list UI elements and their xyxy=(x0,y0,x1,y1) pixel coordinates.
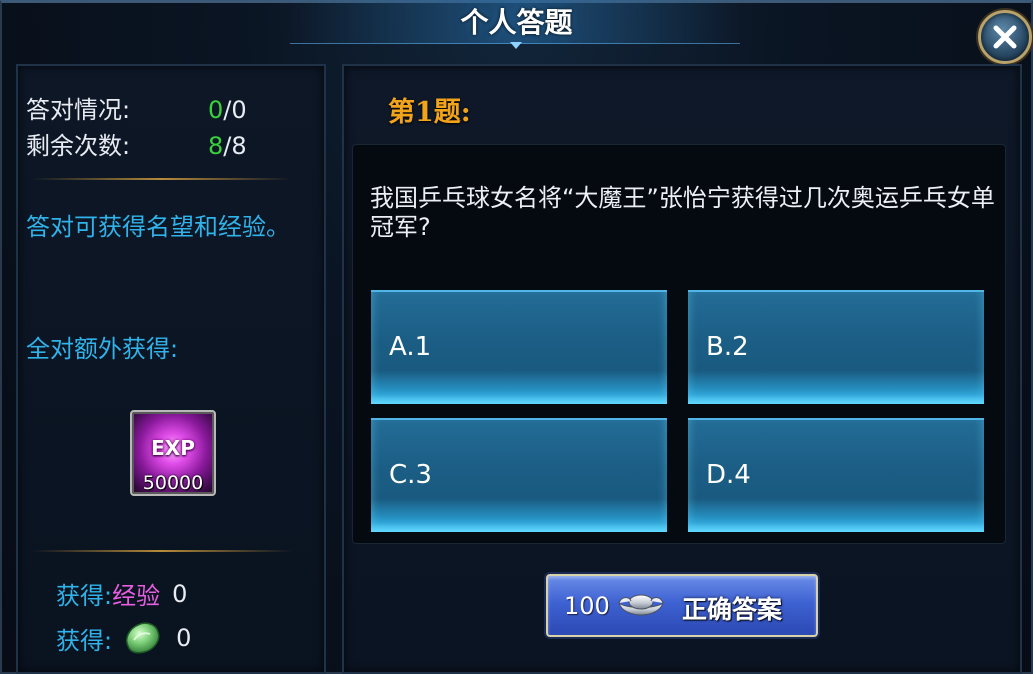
option-label: D.4 xyxy=(706,460,751,490)
jade-gain-row: 获得: 0 xyxy=(56,616,191,660)
exp-icon-text: EXP xyxy=(151,436,195,460)
exp-reward-icon[interactable]: EXP 50000 xyxy=(130,410,216,496)
answer-cost: 100 xyxy=(564,592,610,620)
exp-gain-row: 获得: 经验 0 xyxy=(56,576,187,611)
show-correct-answer-button[interactable]: 100 正确答案 xyxy=(546,574,818,637)
option-label: C.3 xyxy=(389,460,432,490)
exp-reward-amount: 50000 xyxy=(142,472,204,494)
question-number: 第1题: xyxy=(388,97,471,128)
correct-count-row: 答对情况: 0/0 xyxy=(26,90,247,125)
jade-icon xyxy=(126,622,160,654)
divider xyxy=(32,550,292,552)
gain-prefix: 获得: xyxy=(56,582,113,610)
answer-button-label: 正确答案 xyxy=(682,595,783,624)
jade-gained-value: 0 xyxy=(176,624,192,652)
divider xyxy=(32,178,292,180)
question-text: 我国乒乓球女名将“大魔王”张怡宁获得过几次奥运乒乓女单冠军? xyxy=(370,184,995,241)
correct-count-total: /0 xyxy=(223,96,247,124)
title-notch-ornament xyxy=(510,42,522,50)
gain-prefix: 获得: xyxy=(56,626,113,655)
close-button[interactable] xyxy=(978,10,1032,64)
close-icon xyxy=(993,25,1017,49)
reward-description: 答对可获得名望和经验。 xyxy=(26,213,290,241)
correct-count-label: 答对情况: xyxy=(26,96,131,124)
remaining-count-row: 剩余次数: 8/8 xyxy=(26,126,247,161)
option-a-button[interactable]: A.1 xyxy=(371,290,667,404)
exp-item-name: 经验 xyxy=(112,582,161,610)
correct-count-value: 0 xyxy=(208,96,224,124)
silver-ingot-icon xyxy=(618,594,664,616)
remaining-count-label: 剩余次数: xyxy=(26,132,131,160)
option-label: A.1 xyxy=(389,332,432,362)
remaining-count-total: /8 xyxy=(223,132,247,160)
exp-gained-value: 0 xyxy=(172,579,188,608)
option-b-button[interactable]: B.2 xyxy=(688,290,984,404)
bonus-label: 全对额外获得: xyxy=(26,335,179,363)
option-c-button[interactable]: C.3 xyxy=(371,418,667,532)
dialog-title: 个人答题 xyxy=(460,6,573,39)
remaining-count-value: 8 xyxy=(208,132,224,160)
option-d-button[interactable]: D.4 xyxy=(688,418,984,532)
option-label: B.2 xyxy=(706,332,749,362)
